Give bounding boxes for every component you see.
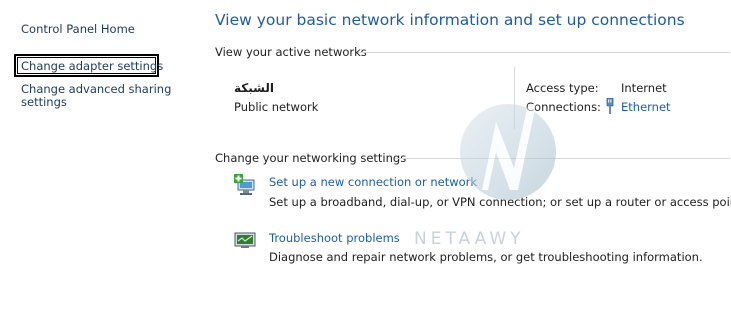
access-type-value: Internet	[621, 81, 667, 95]
new-connection-link[interactable]: Set up a new connection or network	[269, 175, 477, 189]
new-connection-icon	[234, 174, 256, 195]
change-settings-heading: Change your networking settings	[215, 151, 407, 165]
watermark-text: NETAAWY	[414, 229, 525, 249]
ethernet-connection-link[interactable]: Ethernet	[621, 100, 671, 114]
section-divider	[395, 158, 730, 159]
ethernet-icon	[605, 97, 615, 114]
troubleshoot-link[interactable]: Troubleshoot problems	[269, 231, 400, 245]
change-advanced-sharing-link[interactable]: Change advanced sharing settings	[21, 83, 171, 109]
network-category: Public network	[234, 100, 319, 114]
change-adapter-settings-link[interactable]: Change adapter settings	[21, 60, 163, 73]
vertical-divider	[514, 67, 515, 129]
troubleshoot-icon	[234, 230, 256, 250]
network-name: الشبكة	[234, 81, 274, 95]
page-title: View your basic network information and …	[215, 11, 685, 29]
active-networks-heading: View your active networks	[215, 45, 367, 59]
section-divider	[358, 52, 730, 53]
access-type-label: Access type:	[526, 81, 599, 95]
troubleshoot-description: Diagnose and repair network problems, or…	[269, 250, 703, 264]
control-panel-home-link[interactable]: Control Panel Home	[21, 23, 135, 36]
new-connection-description: Set up a broadband, dial-up, or VPN conn…	[269, 195, 731, 209]
connections-label: Connections:	[526, 100, 601, 114]
